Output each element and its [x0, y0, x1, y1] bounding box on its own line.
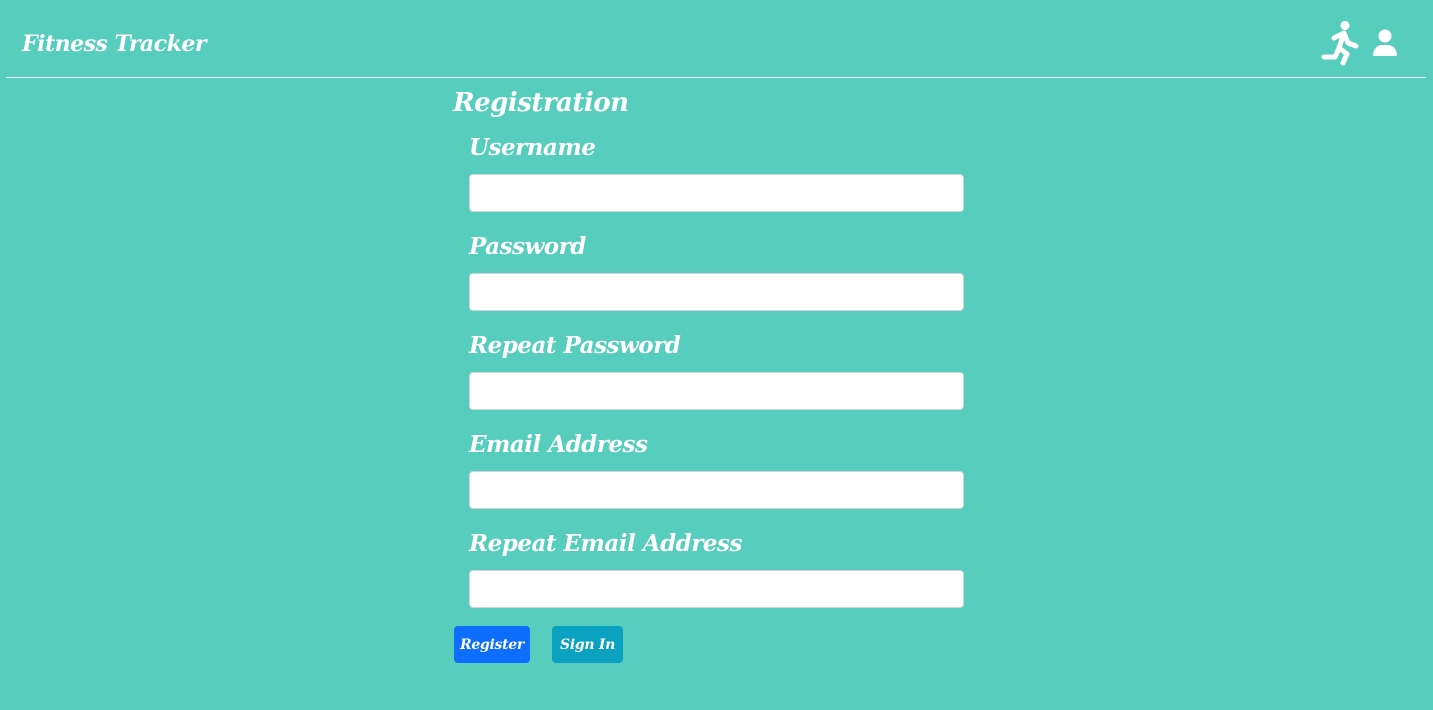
email-label: Email Address	[469, 431, 648, 458]
repeat-password-input[interactable]	[469, 372, 964, 410]
repeat-email-field: Repeat Email Address	[469, 526, 964, 625]
email-input[interactable]	[469, 471, 964, 509]
user-icon[interactable]	[1372, 29, 1398, 57]
username-field: Username	[469, 130, 964, 229]
navbar: Fitness Tracker	[6, 0, 1426, 78]
page-title: Registration	[453, 88, 629, 118]
brand-title[interactable]: Fitness Tracker	[22, 31, 206, 57]
repeat-email-input[interactable]	[469, 570, 964, 608]
nav-icons	[1320, 20, 1398, 66]
repeat-email-label: Repeat Email Address	[469, 530, 742, 557]
password-label: Password	[469, 233, 586, 260]
sign-in-button[interactable]: Sign In	[552, 626, 623, 663]
registration-form: Username Password Repeat Password Email …	[469, 130, 964, 625]
username-input[interactable]	[469, 174, 964, 212]
register-button[interactable]: Register	[454, 626, 530, 663]
password-input[interactable]	[469, 273, 964, 311]
repeat-password-field: Repeat Password	[469, 328, 964, 427]
username-label: Username	[469, 134, 596, 161]
email-field: Email Address	[469, 427, 964, 526]
running-icon[interactable]	[1320, 20, 1360, 66]
repeat-password-label: Repeat Password	[469, 332, 681, 359]
password-field: Password	[469, 229, 964, 328]
